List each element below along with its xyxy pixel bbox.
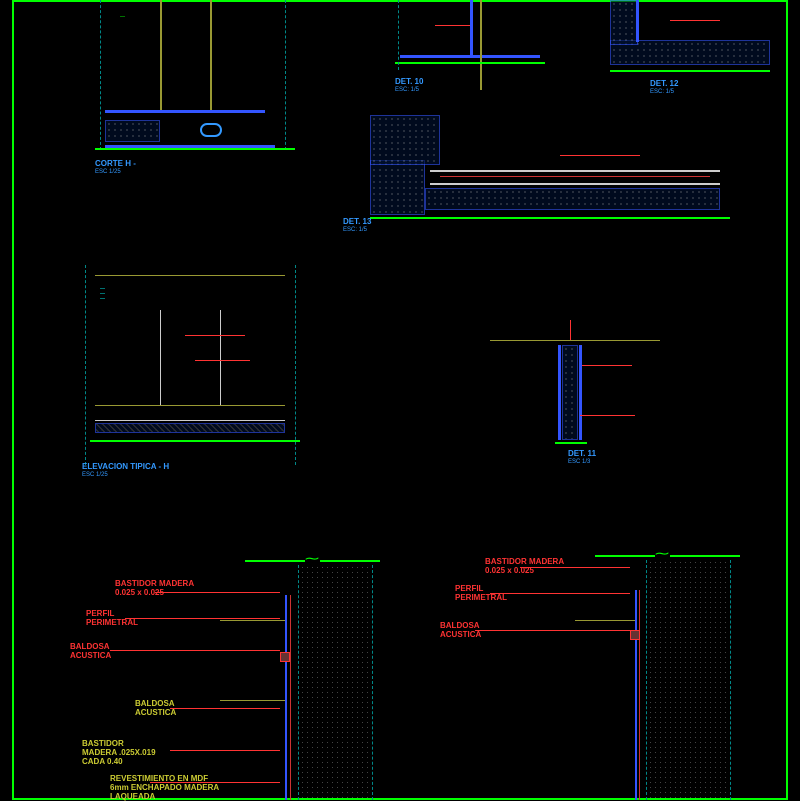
detail-12 bbox=[590, 0, 780, 100]
label-bastidor-1: BASTIDOR MADERA 0.025 x 0.025 bbox=[115, 580, 194, 598]
label-baldosa-acustica-3: BALDOSA ACUSTICA bbox=[440, 622, 481, 640]
label-bastidor-2: BASTIDOR MADERA .025X.019 CADA 0.40 bbox=[82, 740, 156, 766]
title-text: DET. 11 bbox=[568, 449, 596, 458]
title-text: DET. 10 bbox=[395, 77, 423, 86]
label-bastidor-3: BASTIDOR MADERA 0.025 x 0.025 bbox=[485, 558, 564, 576]
title-scale: ESC 1/25 bbox=[95, 169, 136, 176]
detail-elevacion: ——— bbox=[65, 265, 315, 480]
title-text: CORTE H - bbox=[95, 159, 136, 168]
title-scale: ESC 1/3 bbox=[568, 459, 596, 466]
label-perfil-perimetral: PERFIL PERIMETRAL bbox=[86, 610, 138, 628]
title-scale: ESC: 1/5 bbox=[343, 227, 371, 234]
title-scale: ESC: 1/5 bbox=[650, 89, 678, 96]
label-perfil-perimetral-2: PERFIL PERIMETRAL bbox=[455, 585, 507, 603]
detail-13 bbox=[330, 115, 750, 230]
label-baldosa-acustica-2: BALDOSA ACUSTICA bbox=[135, 700, 176, 718]
title-text: ELEVACION TIPICA - H bbox=[82, 462, 169, 471]
title-scale: ESC: 1/5 bbox=[395, 87, 423, 94]
title-elevacion: ELEVACION TIPICA - H ESC 1/25 bbox=[82, 463, 169, 478]
label-revestimiento: REVESTIMIENTO EN MDF 6mm ENCHAPADO MADER… bbox=[110, 775, 219, 801]
title-det-13: DET. 13 ESC: 1/5 bbox=[343, 218, 371, 233]
title-det-11: DET. 11 ESC 1/3 bbox=[568, 450, 596, 465]
label-baldosa-acustica-1: BALDOSA ACUSTICA bbox=[70, 643, 111, 661]
detail-11 bbox=[470, 310, 680, 460]
title-det-12: DET. 12 ESC: 1/5 bbox=[650, 80, 678, 95]
title-corte-h: CORTE H - ESC 1/25 bbox=[95, 160, 136, 175]
title-scale: ESC 1/25 bbox=[82, 472, 169, 479]
title-det-10: DET. 10 ESC: 1/5 bbox=[395, 78, 423, 93]
title-text: DET. 13 bbox=[343, 217, 371, 226]
detail-corte-h: — bbox=[65, 0, 305, 170]
detail-bottom-right: ⁓ bbox=[430, 535, 770, 800]
title-text: DET. 12 bbox=[650, 79, 678, 88]
